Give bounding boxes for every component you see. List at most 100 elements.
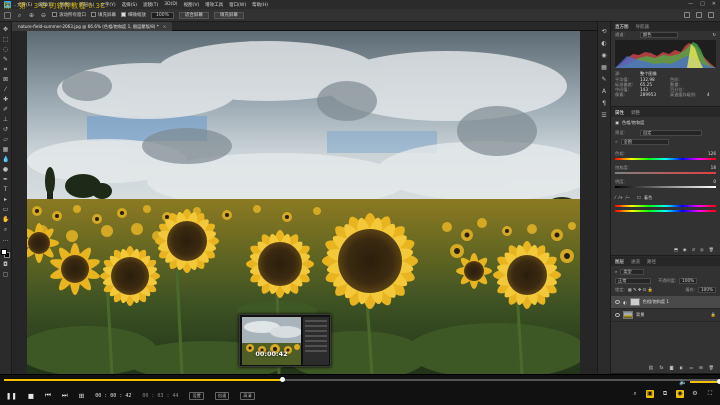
quality-badge[interactable]: 高清 [240, 391, 255, 400]
layer-kind-select[interactable]: 类型 [620, 268, 645, 275]
scroll-all-windows-checkbox[interactable]: 滚动所有窗口 [52, 12, 86, 18]
eyedropper-plus-icon[interactable]: ⁄+ [619, 195, 623, 200]
pause-icon[interactable]: ❚❚ [6, 392, 17, 400]
folder-icon[interactable]: ▭ [689, 365, 693, 370]
saturation-value[interactable]: 18 [711, 165, 716, 170]
layer-thumbnail[interactable] [623, 311, 633, 319]
menu-plugins[interactable]: 增效工具 [205, 2, 223, 8]
saturation-slider[interactable] [615, 172, 716, 174]
history-brush-tool-icon[interactable]: ↺ [2, 126, 9, 133]
search-icon[interactable] [684, 12, 690, 18]
fx-icon[interactable]: fx [660, 365, 664, 370]
lock-icons[interactable]: ▦ ✎ ✥ ⊡ 🔒 [628, 287, 653, 293]
hue-value[interactable]: 126 [708, 151, 716, 156]
eyedropper-minus-icon[interactable]: ⁄− [626, 195, 630, 200]
seek-handle[interactable] [280, 377, 286, 382]
layer-row-background[interactable]: 背景 🔒 [611, 309, 720, 322]
playlist-icon[interactable]: ⊞ [79, 392, 84, 400]
pip-icon[interactable]: ⧉ [661, 390, 669, 398]
fit-screen-checkbox[interactable]: 填充屏幕 [91, 12, 116, 18]
quick-select-tool-icon[interactable]: ✎ [2, 56, 9, 63]
share-icon[interactable] [708, 12, 714, 18]
eye-icon[interactable] [615, 300, 620, 304]
subtitle-icon[interactable]: ▣ [646, 390, 654, 398]
refresh-icon[interactable]: ↻ [712, 32, 716, 37]
color-icon[interactable]: ◉ [601, 52, 608, 59]
close-window-button[interactable]: ✕ [712, 1, 716, 7]
frame-tool-icon[interactable]: ⊠ [2, 76, 9, 83]
pen-tool-icon[interactable]: ✒ [2, 176, 9, 183]
eyedropper-icon[interactable]: ⁄ [615, 195, 616, 200]
menu-view[interactable]: 视图(V) [184, 2, 200, 8]
menu-help[interactable]: 帮助(H) [252, 2, 268, 8]
screen-mode-icon[interactable]: ▢ [2, 271, 9, 278]
hand-tool-icon[interactable]: ✋ [2, 216, 9, 223]
fill-field[interactable]: 100% [698, 286, 716, 293]
minimize-button[interactable]: — [688, 1, 693, 7]
edit-channel-select[interactable]: 全图 [620, 138, 669, 145]
menu-3d[interactable]: 3D(D) [164, 2, 177, 7]
eye-icon[interactable] [615, 313, 620, 317]
quick-mask-icon[interactable]: ◘ [2, 261, 9, 268]
layer-row-hue-sat[interactable]: ◐ 色相/饱和度 1 [611, 296, 720, 309]
fill-screen-button[interactable]: 填充屏幕 [213, 11, 244, 19]
eraser-tool-icon[interactable]: ▱ [2, 136, 9, 143]
visibility-icon[interactable]: ◎ [700, 247, 704, 252]
zoom-out-icon[interactable]: ⊖ [40, 12, 47, 19]
tab-histogram[interactable]: 直方图 [615, 24, 629, 30]
tab-properties[interactable]: 属性 [615, 110, 624, 116]
lightness-slider[interactable] [615, 186, 716, 188]
colorize-checkbox[interactable]: ☐ [637, 195, 641, 200]
fit-screen-button[interactable]: 适合屏幕 [178, 11, 209, 19]
healing-brush-tool-icon[interactable]: ✚ [2, 96, 9, 103]
opacity-field[interactable]: 100% [679, 277, 698, 284]
zoom-in-icon[interactable]: ⊕ [28, 12, 35, 19]
path-select-tool-icon[interactable]: ▸ [2, 196, 9, 203]
settings-icon[interactable]: ⚙ [691, 390, 699, 398]
hand-adjust-icon[interactable]: ☝ [615, 139, 618, 144]
brush-settings-icon[interactable]: ✎ [601, 76, 608, 83]
stop-icon[interactable]: ■ [28, 392, 34, 400]
move-tool-icon[interactable]: ✥ [2, 26, 9, 33]
gradient-tool-icon[interactable]: ▦ [2, 146, 9, 153]
preset-select[interactable]: 自定 [640, 129, 702, 136]
view-previous-icon[interactable]: ◉ [683, 247, 687, 252]
new-layer-icon[interactable]: ⊞ [699, 365, 703, 370]
adjust-icon[interactable]: ◐ [601, 40, 608, 47]
trash-icon[interactable]: 🗑 [709, 247, 714, 253]
tab-paths[interactable]: 路径 [647, 259, 656, 265]
volume-slider[interactable] [690, 379, 720, 384]
lightness-value[interactable]: 0 [713, 179, 716, 184]
character-icon[interactable]: A [601, 88, 608, 95]
tab-navigator[interactable]: 导航器 [636, 24, 650, 30]
seek-bar[interactable] [4, 377, 718, 382]
crop-tool-icon[interactable]: ⌗ [2, 66, 9, 73]
delete-layer-icon[interactable]: 🗑 [709, 365, 714, 371]
history-icon[interactable]: ⟲ [601, 28, 608, 35]
scrubby-zoom-checkbox[interactable]: 细微缩放 [121, 12, 146, 18]
zoom-tool-side-icon[interactable]: ⌕ [2, 226, 9, 233]
eyedropper-tool-icon[interactable]: ⁄ [2, 86, 9, 93]
maximize-button[interactable]: □ [700, 1, 705, 7]
screenshot-icon[interactable]: ⌕ [631, 390, 639, 398]
document-tab[interactable]: nature-field-summer-2063.jpg @ 66.6% (色相… [12, 22, 173, 31]
settings-badge[interactable]: 设置 [189, 391, 204, 400]
marquee-tool-icon[interactable]: ⬚ [2, 36, 9, 43]
color-swatches[interactable] [1, 249, 10, 258]
lasso-tool-icon[interactable]: ◌ [2, 46, 9, 53]
volume-icon[interactable]: 🔈 [679, 378, 687, 386]
shape-tool-icon[interactable]: ▭ [2, 206, 9, 213]
link-icon[interactable]: ⛓ [648, 365, 653, 371]
channel-select[interactable]: 颜色 [640, 31, 678, 38]
tab-adjustments[interactable]: 调整 [631, 110, 640, 116]
adjustment-icon[interactable]: ◐ [680, 365, 684, 370]
swatches-icon[interactable]: ▦ [601, 64, 608, 71]
mask-icon[interactable]: ◙ [669, 365, 673, 370]
libraries-icon[interactable]: ☰ [601, 112, 608, 119]
speed-badge[interactable]: 倍速 [214, 391, 230, 400]
layer-mask-thumbnail[interactable] [629, 298, 640, 306]
menu-select[interactable]: 选择(S) [122, 2, 137, 8]
previous-icon[interactable]: ⏮ [45, 391, 51, 400]
workspace-icon[interactable] [696, 12, 702, 18]
tab-channels[interactable]: 通道 [631, 259, 640, 265]
